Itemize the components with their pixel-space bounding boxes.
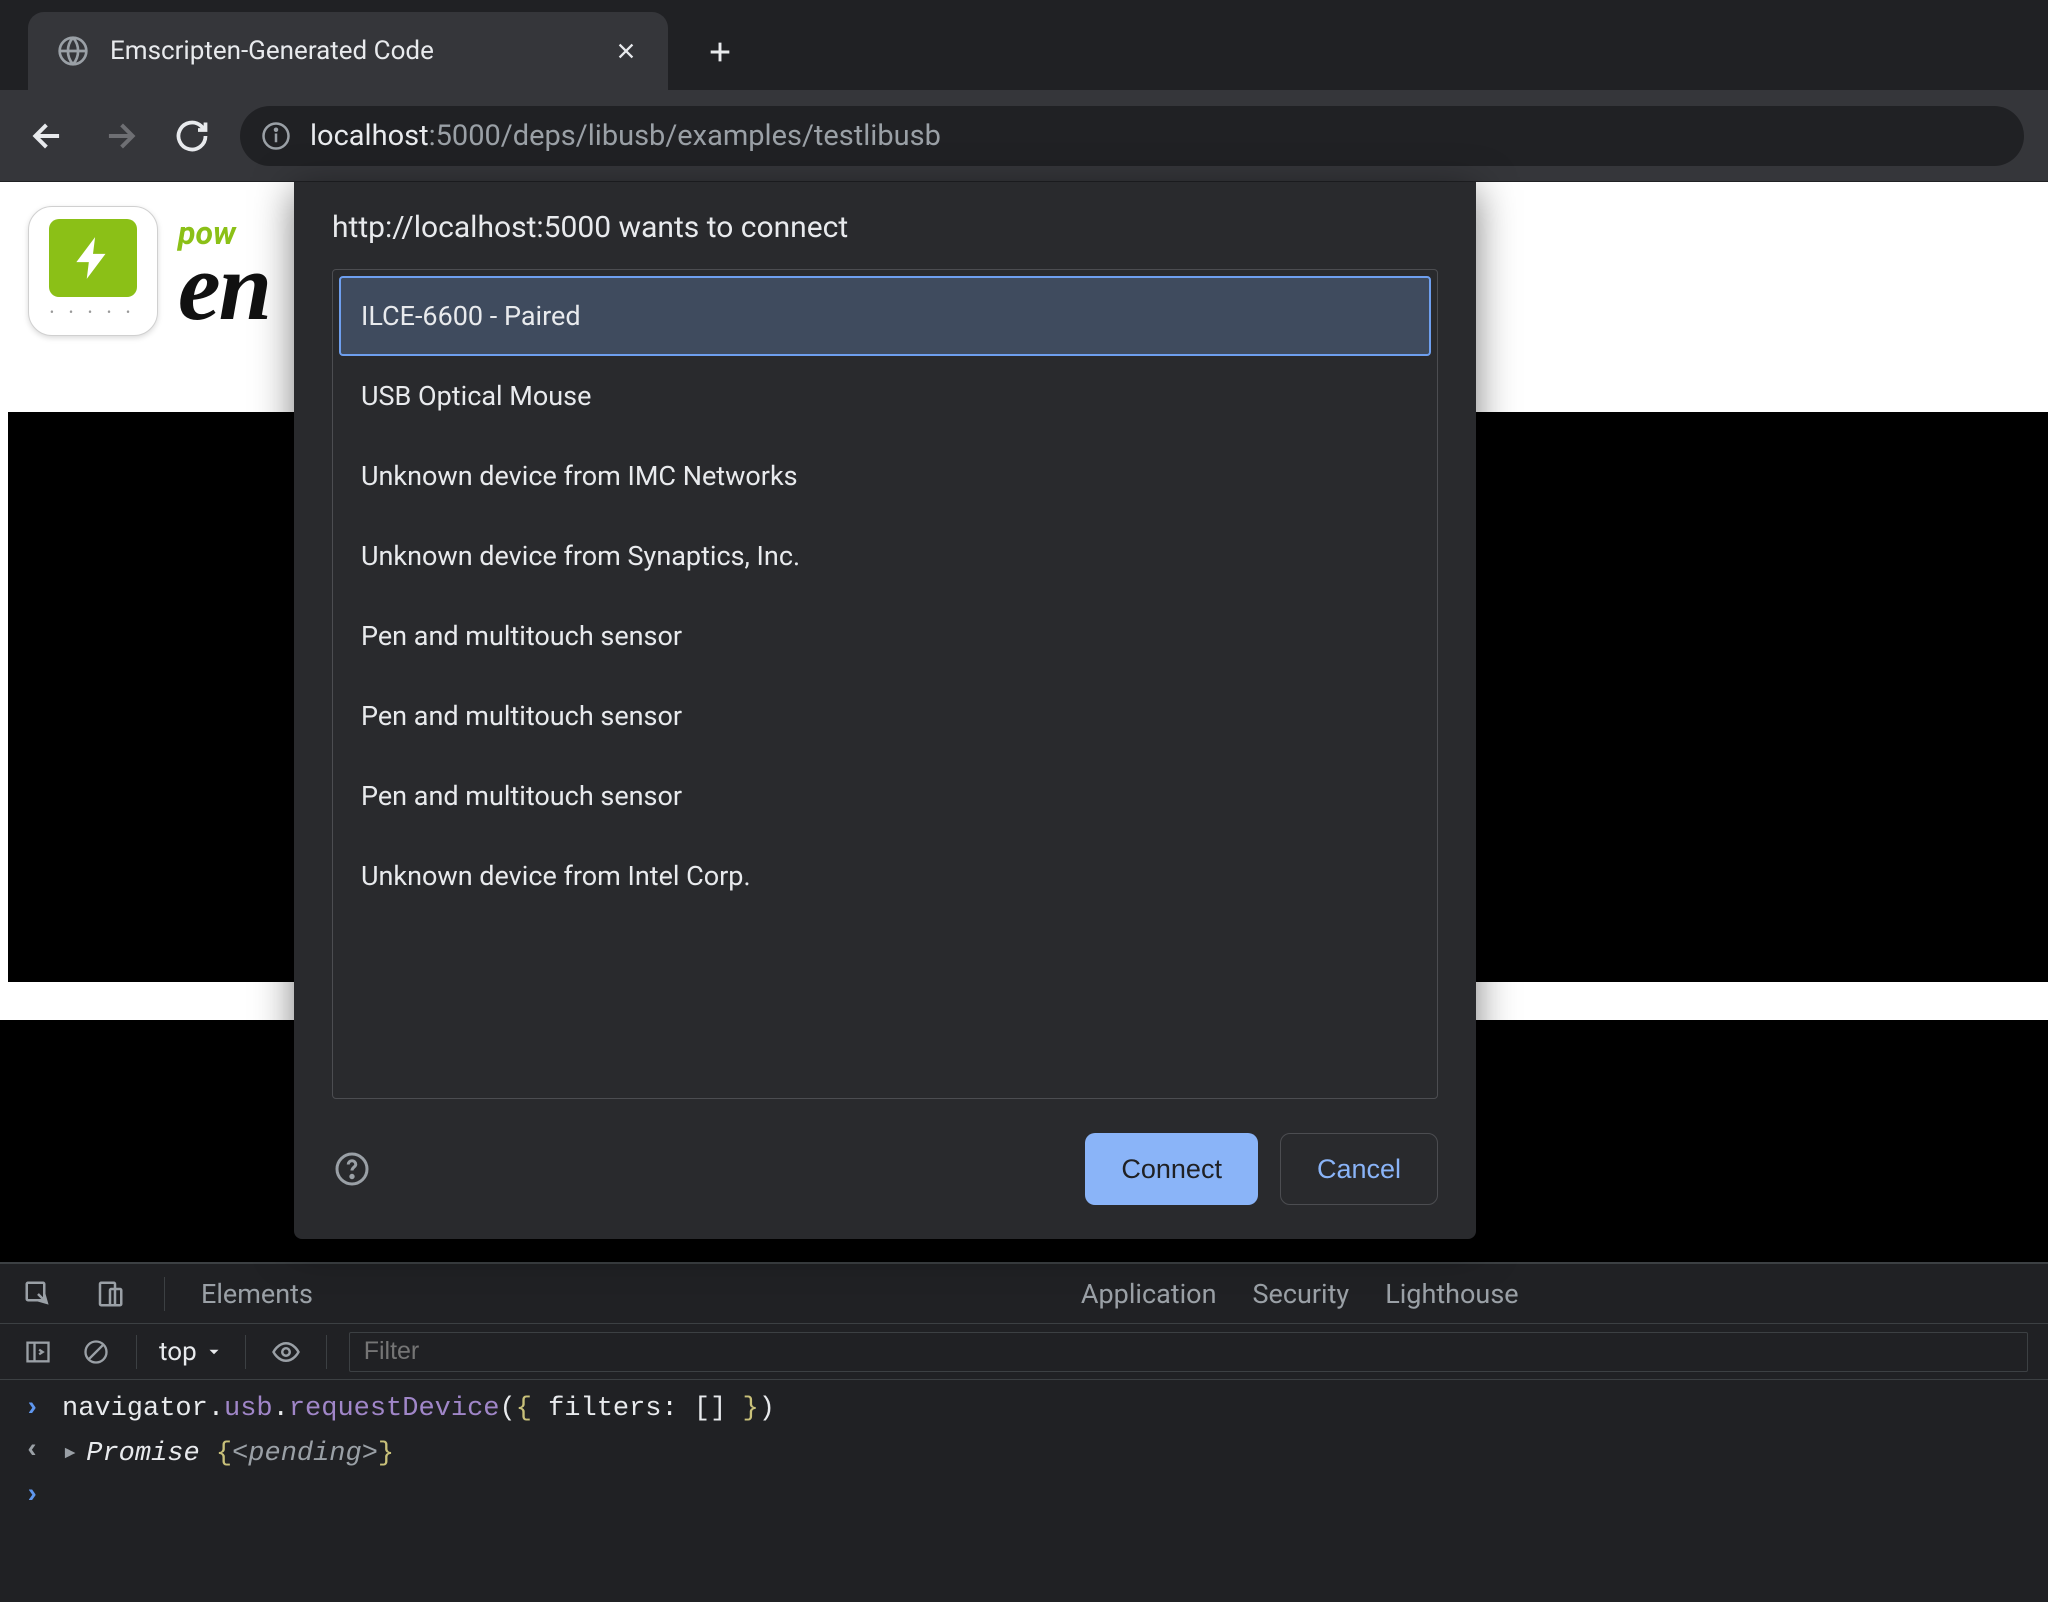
cancel-button[interactable]: Cancel bbox=[1280, 1133, 1438, 1205]
inspect-icon[interactable] bbox=[20, 1276, 56, 1312]
site-info-icon[interactable] bbox=[258, 118, 294, 154]
device-item[interactable]: ILCE-6600 - Paired bbox=[339, 276, 1431, 356]
url-text: localhost:5000/deps/libusb/examples/test… bbox=[310, 119, 941, 153]
console-filter-input[interactable] bbox=[349, 1332, 2028, 1372]
browser-toolbar: localhost:5000/deps/libusb/examples/test… bbox=[0, 90, 2048, 182]
chevron-right-icon: › bbox=[24, 1394, 44, 1424]
tab-title: Emscripten-Generated Code bbox=[110, 36, 592, 66]
logo-text-en: en bbox=[178, 249, 270, 326]
close-tab-icon[interactable] bbox=[612, 37, 640, 65]
chevron-left-icon: ‹ bbox=[24, 1436, 44, 1466]
globe-icon bbox=[56, 34, 90, 68]
forward-button[interactable] bbox=[96, 112, 144, 160]
device-item[interactable]: Pen and multitouch sensor bbox=[339, 756, 1431, 836]
console-input-line: › navigator.usb.requestDevice({ filters:… bbox=[0, 1388, 2048, 1430]
console-output: › navigator.usb.requestDevice({ filters:… bbox=[0, 1380, 2048, 1602]
connect-button[interactable]: Connect bbox=[1085, 1133, 1258, 1205]
devtools-tabs: Elements Console Sources Network Perform… bbox=[0, 1264, 2048, 1324]
console-prompt[interactable]: › bbox=[0, 1475, 2048, 1517]
help-icon[interactable] bbox=[332, 1149, 372, 1189]
device-item[interactable]: Unknown device from IMC Networks bbox=[339, 436, 1431, 516]
console-context-selector[interactable]: top bbox=[159, 1337, 223, 1367]
console-output-text[interactable]: ▸Promise {<pending>} bbox=[62, 1436, 394, 1469]
console-output-line: ‹ ▸Promise {<pending>} bbox=[0, 1430, 2048, 1475]
new-tab-button[interactable] bbox=[690, 22, 750, 82]
emscripten-icon: • • • • • bbox=[28, 206, 158, 336]
address-bar[interactable]: localhost:5000/deps/libusb/examples/test… bbox=[240, 106, 2024, 166]
devtools-panel: Elements Console Sources Network Perform… bbox=[0, 1262, 2048, 1602]
devtools-tab-elements[interactable]: Elements bbox=[201, 1266, 313, 1322]
devtools-tab-security[interactable]: Security bbox=[1252, 1266, 1349, 1322]
device-item[interactable]: Pen and multitouch sensor bbox=[339, 596, 1431, 676]
device-item[interactable]: USB Optical Mouse bbox=[339, 356, 1431, 436]
dialog-title: http://localhost:5000 wants to connect bbox=[332, 210, 1438, 245]
devtools-tab-lighthouse[interactable]: Lighthouse bbox=[1385, 1266, 1518, 1322]
devtools-tab-application[interactable]: Application bbox=[1081, 1266, 1217, 1322]
emscripten-logo: • • • • • pow en bbox=[28, 206, 270, 336]
device-item[interactable]: Unknown device from Synaptics, Inc. bbox=[339, 516, 1431, 596]
browser-tab[interactable]: Emscripten-Generated Code bbox=[28, 12, 668, 90]
device-item[interactable]: Unknown device from Intel Corp. bbox=[339, 836, 1431, 916]
clear-console-icon[interactable] bbox=[78, 1334, 114, 1370]
back-button[interactable] bbox=[24, 112, 72, 160]
reload-button[interactable] bbox=[168, 112, 216, 160]
usb-device-chooser-dialog: http://localhost:5000 wants to connect I… bbox=[294, 182, 1476, 1239]
console-input-text: navigator.usb.requestDevice({ filters: [… bbox=[62, 1394, 775, 1424]
console-toolbar: top bbox=[0, 1324, 2048, 1380]
live-expression-icon[interactable] bbox=[268, 1334, 304, 1370]
device-item[interactable]: Pen and multitouch sensor bbox=[339, 676, 1431, 756]
device-list[interactable]: ILCE-6600 - Paired USB Optical Mouse Unk… bbox=[332, 269, 1438, 1099]
browser-tab-bar: Emscripten-Generated Code bbox=[0, 0, 2048, 90]
device-toggle-icon[interactable] bbox=[92, 1276, 128, 1312]
console-sidebar-toggle-icon[interactable] bbox=[20, 1334, 56, 1370]
